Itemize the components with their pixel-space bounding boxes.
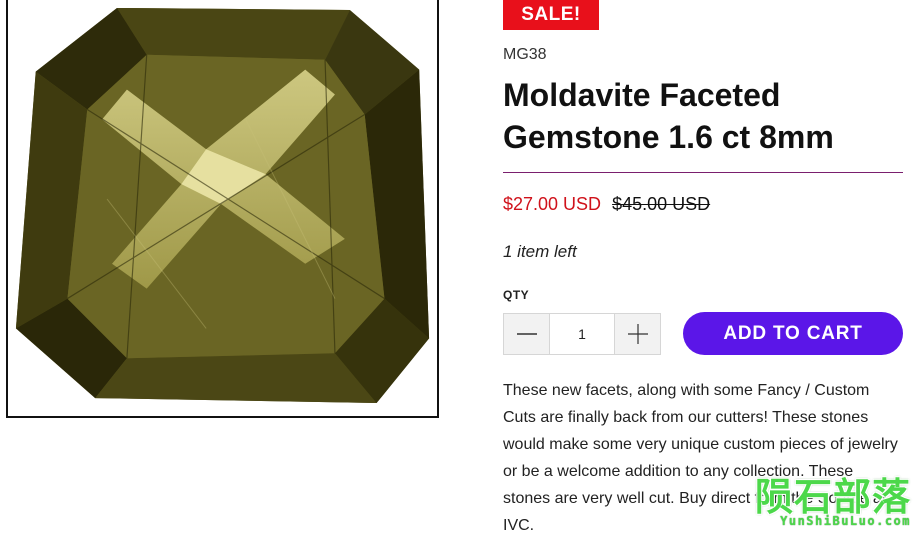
minus-icon xyxy=(516,333,537,335)
price-row: $27.00 USD $45.00 USD xyxy=(503,194,710,215)
add-to-cart-button[interactable]: ADD TO CART xyxy=(683,312,903,355)
quantity-label: QTY xyxy=(503,288,530,302)
quantity-increase-button[interactable] xyxy=(614,314,660,354)
quantity-stepper xyxy=(503,313,661,355)
quantity-input[interactable] xyxy=(550,314,614,354)
gemstone-illustration xyxy=(8,0,437,416)
title-divider xyxy=(503,172,903,173)
stock-status: 1 item left xyxy=(503,242,577,261)
product-image[interactable] xyxy=(6,0,439,418)
product-title: Moldavite Faceted Gemstone 1.6 ct 8mm xyxy=(503,77,834,155)
watermark-url-text: YunShiBuLuo.com xyxy=(780,514,911,528)
product-sku: MG38 xyxy=(503,46,547,63)
watermark-chinese-text: 陨石部落 xyxy=(754,475,911,519)
sale-badge: SALE! xyxy=(503,0,599,30)
quantity-decrease-button[interactable] xyxy=(504,314,550,354)
plus-icon xyxy=(627,324,648,344)
compare-at-price: $45.00 USD xyxy=(612,194,711,214)
watermark: 陨石部落 YunShiBuLuo.com xyxy=(731,466,917,532)
sale-price: $27.00 USD xyxy=(503,194,602,214)
